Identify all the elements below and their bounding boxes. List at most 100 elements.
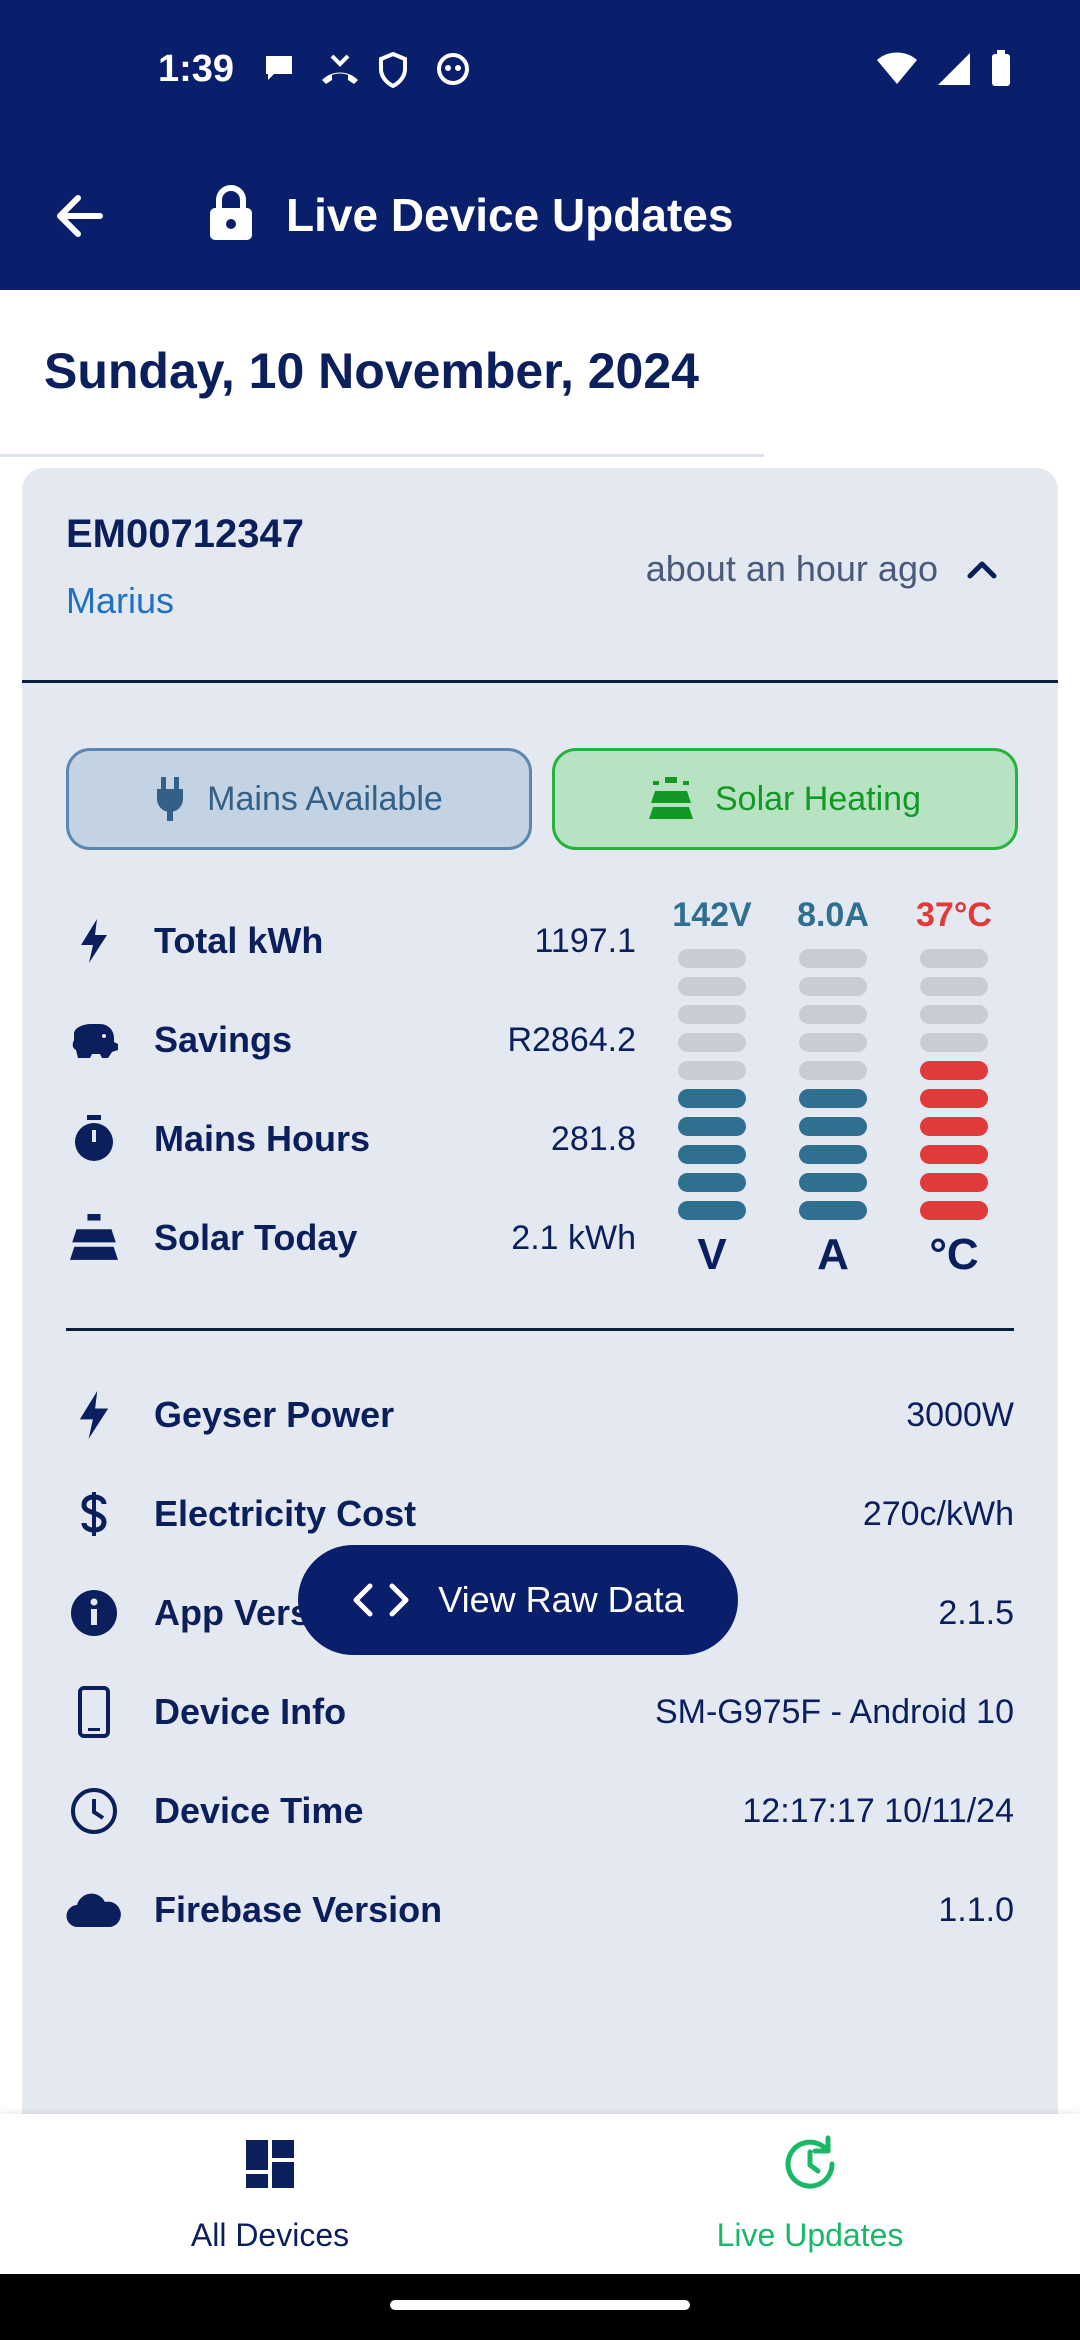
info-firebase-version: Firebase Version 1.1.0 xyxy=(66,1875,1014,1945)
current-bars xyxy=(793,949,873,1220)
dollar-icon xyxy=(66,1486,122,1542)
meter-bar xyxy=(678,977,746,996)
stat-label: Solar Today xyxy=(154,1217,358,1258)
gesture-bar xyxy=(0,2274,1080,2340)
temperature-reading: 37°C xyxy=(916,896,992,934)
voltage-bars xyxy=(672,949,752,1220)
info-value: 1.1.0 xyxy=(938,1890,1014,1929)
info-label: Geyser Power xyxy=(154,1394,395,1435)
meter-bar xyxy=(920,1005,988,1024)
notification-icons xyxy=(262,51,470,89)
info-geyser-power: Geyser Power 3000W xyxy=(66,1380,1014,1450)
wifi-icon xyxy=(877,52,917,84)
nav-all-devices[interactable]: All Devices xyxy=(0,2134,540,2254)
divider xyxy=(66,1328,1014,1331)
meter-bar xyxy=(678,1117,746,1136)
meter-bar xyxy=(799,949,867,968)
chat-icon xyxy=(262,52,296,86)
meter-bar xyxy=(678,1005,746,1024)
missed-call-icon xyxy=(320,52,358,86)
meter-bar xyxy=(799,1089,867,1108)
mains-available-badge: Mains Available xyxy=(66,748,532,850)
dashboard-icon xyxy=(246,2140,294,2188)
divider xyxy=(0,454,764,457)
update-clock-icon xyxy=(785,2135,835,2189)
status-bar: 1:39 xyxy=(0,0,1080,140)
stat-solar-today: Solar Today 2.1 kWh xyxy=(66,1203,636,1273)
meter-bar xyxy=(799,977,867,996)
meter-bar xyxy=(678,1201,746,1220)
info-electricity-cost: Electricity Cost 270c/kWh xyxy=(66,1479,1014,1549)
temperature-bars xyxy=(914,949,994,1220)
nav-all-devices-label: All Devices xyxy=(190,2217,350,2253)
code-icon xyxy=(353,1583,409,1617)
current-unit: A xyxy=(817,1230,849,1279)
info-label: Device Info xyxy=(154,1691,347,1732)
app-bar: Live Device Updates xyxy=(0,140,1080,290)
meter-bar xyxy=(678,1145,746,1164)
meter-bar xyxy=(678,1061,746,1080)
stat-value: 281.8 xyxy=(550,1119,636,1158)
nav-live-updates-label: Live Updates xyxy=(716,2217,904,2253)
bottom-navigation: All Devices Live Updates xyxy=(0,2114,1080,2274)
meter-bar xyxy=(920,1201,988,1220)
plug-icon xyxy=(157,777,184,821)
device-card: EM00712347 Marius about an hour ago Main… xyxy=(22,468,1058,2128)
phone-icon xyxy=(66,1684,122,1740)
back-arrow-icon[interactable] xyxy=(50,186,110,246)
meter-bar xyxy=(799,1173,867,1192)
meter-bar xyxy=(799,1201,867,1220)
stat-value: R2864.2 xyxy=(507,1020,636,1059)
stat-savings: Savings R2864.2 xyxy=(66,1005,636,1075)
meter-bar xyxy=(799,1005,867,1024)
meter-bar xyxy=(678,1173,746,1192)
meter-bar xyxy=(799,1033,867,1052)
stat-label: Savings xyxy=(154,1019,293,1060)
stat-total-kwh: Total kWh 1197.1 xyxy=(66,906,636,976)
info-value: 3000W xyxy=(906,1395,1014,1434)
current-meter: 8.0A A xyxy=(793,896,873,1280)
view-raw-data-button[interactable]: View Raw Data xyxy=(298,1545,738,1655)
cloud-icon xyxy=(66,1882,122,1938)
voltage-meter: 142V V xyxy=(672,896,752,1280)
meter-bar xyxy=(920,1117,988,1136)
page-title: Live Device Updates xyxy=(286,189,734,241)
info-value: SM-G975F - Android 10 xyxy=(654,1692,1014,1731)
meter-bar xyxy=(920,1033,988,1052)
device-owner: Marius xyxy=(66,580,175,621)
meter-bar xyxy=(920,1089,988,1108)
system-icons xyxy=(876,50,1012,88)
solar-heating-badge: Solar Heating xyxy=(552,748,1018,850)
meter-bar xyxy=(799,1117,867,1136)
meter-bar xyxy=(799,1145,867,1164)
meter-bar xyxy=(920,1145,988,1164)
info-device-info: Device Info SM-G975F - Android 10 xyxy=(66,1677,1014,1747)
stat-value: 1197.1 xyxy=(534,921,636,960)
meter-bar xyxy=(920,1061,988,1080)
stat-value: 2.1 kWh xyxy=(511,1218,636,1257)
chevron-up-icon[interactable] xyxy=(964,554,1000,582)
meter-bar xyxy=(920,949,988,968)
last-seen: about an hour ago xyxy=(645,548,938,589)
current-reading: 8.0A xyxy=(797,896,869,934)
status-time: 1:39 xyxy=(158,48,235,90)
meter-bar xyxy=(678,949,746,968)
signal-icon xyxy=(938,53,970,85)
battery-icon xyxy=(992,50,1010,86)
temperature-meter: 37°C °C xyxy=(914,896,994,1280)
home-handle xyxy=(390,2300,690,2310)
meter-bar xyxy=(799,1061,867,1080)
nav-live-updates[interactable]: Live Updates xyxy=(540,2134,1080,2254)
info-label: Electricity Cost xyxy=(154,1493,417,1534)
mains-label: Mains Available xyxy=(207,779,443,818)
face-icon xyxy=(436,52,470,86)
solar-label: Solar Heating xyxy=(714,779,921,818)
info-value: 2.1.5 xyxy=(938,1593,1014,1632)
lock-icon xyxy=(210,185,252,240)
stat-label: Mains Hours xyxy=(154,1118,371,1159)
info-label: Device Time xyxy=(154,1790,364,1831)
clock-icon xyxy=(66,1783,122,1839)
date-heading: Sunday, 10 November, 2024 xyxy=(44,343,699,399)
solar-panel-icon xyxy=(66,1210,122,1266)
info-icon xyxy=(66,1585,122,1641)
